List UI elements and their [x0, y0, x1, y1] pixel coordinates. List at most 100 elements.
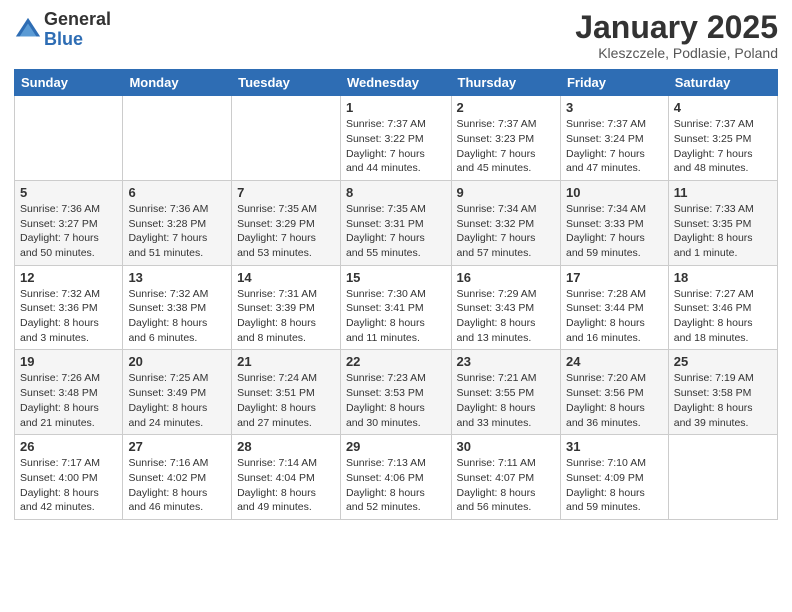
day-info: Sunrise: 7:37 AM Sunset: 3:25 PM Dayligh… [674, 117, 772, 176]
day-number: 24 [566, 354, 663, 369]
day-info: Sunrise: 7:30 AM Sunset: 3:41 PM Dayligh… [346, 287, 446, 346]
calendar-cell: 11 Sunrise: 7:33 AM Sunset: 3:35 PM Dayli… [668, 180, 777, 265]
location-subtitle: Kleszczele, Podlasie, Poland [575, 45, 778, 61]
calendar-cell: 13 Sunrise: 7:32 AM Sunset: 3:38 PM Dayli… [123, 265, 232, 350]
header-wednesday: Wednesday [340, 70, 451, 96]
header-sunday: Sunday [15, 70, 123, 96]
calendar-cell: 2 Sunrise: 7:37 AM Sunset: 3:23 PM Daylig… [451, 96, 560, 181]
calendar-cell [232, 96, 341, 181]
day-number: 5 [20, 185, 117, 200]
day-info: Sunrise: 7:36 AM Sunset: 3:28 PM Dayligh… [128, 202, 226, 261]
day-info: Sunrise: 7:19 AM Sunset: 3:58 PM Dayligh… [674, 371, 772, 430]
weekday-row: Sunday Monday Tuesday Wednesday Thursday… [15, 70, 778, 96]
calendar-cell: 4 Sunrise: 7:37 AM Sunset: 3:25 PM Daylig… [668, 96, 777, 181]
calendar-cell: 12 Sunrise: 7:32 AM Sunset: 3:36 PM Dayli… [15, 265, 123, 350]
day-number: 9 [457, 185, 555, 200]
day-info: Sunrise: 7:35 AM Sunset: 3:29 PM Dayligh… [237, 202, 335, 261]
logo-icon [14, 16, 42, 44]
day-info: Sunrise: 7:20 AM Sunset: 3:56 PM Dayligh… [566, 371, 663, 430]
day-info: Sunrise: 7:32 AM Sunset: 3:36 PM Dayligh… [20, 287, 117, 346]
calendar-cell [668, 435, 777, 520]
calendar-cell: 23 Sunrise: 7:21 AM Sunset: 3:55 PM Dayli… [451, 350, 560, 435]
header: General Blue January 2025 Kleszczele, Po… [14, 10, 778, 61]
calendar-cell: 10 Sunrise: 7:34 AM Sunset: 3:33 PM Dayli… [560, 180, 668, 265]
header-thursday: Thursday [451, 70, 560, 96]
day-number: 2 [457, 100, 555, 115]
day-info: Sunrise: 7:34 AM Sunset: 3:33 PM Dayligh… [566, 202, 663, 261]
day-info: Sunrise: 7:26 AM Sunset: 3:48 PM Dayligh… [20, 371, 117, 430]
day-number: 1 [346, 100, 446, 115]
day-info: Sunrise: 7:24 AM Sunset: 3:51 PM Dayligh… [237, 371, 335, 430]
calendar-cell: 14Sunrise: 7:31 AM Sunset: 3:39 PM Dayli… [232, 265, 341, 350]
calendar-table: Sunday Monday Tuesday Wednesday Thursday… [14, 69, 778, 520]
day-info: Sunrise: 7:17 AM Sunset: 4:00 PM Dayligh… [20, 456, 117, 515]
day-info: Sunrise: 7:13 AM Sunset: 4:06 PM Dayligh… [346, 456, 446, 515]
day-info: Sunrise: 7:25 AM Sunset: 3:49 PM Dayligh… [128, 371, 226, 430]
day-info: Sunrise: 7:28 AM Sunset: 3:44 PM Dayligh… [566, 287, 663, 346]
calendar-cell: 22 Sunrise: 7:23 AM Sunset: 3:53 PM Dayli… [340, 350, 451, 435]
calendar-body: 1 Sunrise: 7:37 AM Sunset: 3:22 PM Daylig… [15, 96, 778, 520]
calendar-cell: 15 Sunrise: 7:30 AM Sunset: 3:41 PM Dayli… [340, 265, 451, 350]
day-number: 4 [674, 100, 772, 115]
header-tuesday: Tuesday [232, 70, 341, 96]
day-number: 23 [457, 354, 555, 369]
calendar-cell: 30Sunrise: 7:11 AM Sunset: 4:07 PM Dayli… [451, 435, 560, 520]
day-info: Sunrise: 7:37 AM Sunset: 3:22 PM Dayligh… [346, 117, 446, 176]
day-info: Sunrise: 7:33 AM Sunset: 3:35 PM Dayligh… [674, 202, 772, 261]
day-number: 31 [566, 439, 663, 454]
calendar-cell: 25Sunrise: 7:19 AM Sunset: 3:58 PM Dayli… [668, 350, 777, 435]
day-info: Sunrise: 7:14 AM Sunset: 4:04 PM Dayligh… [237, 456, 335, 515]
day-number: 26 [20, 439, 117, 454]
day-info: Sunrise: 7:29 AM Sunset: 3:43 PM Dayligh… [457, 287, 555, 346]
calendar-cell: 27Sunrise: 7:16 AM Sunset: 4:02 PM Dayli… [123, 435, 232, 520]
calendar-week-5: 26 Sunrise: 7:17 AM Sunset: 4:00 PM Dayli… [15, 435, 778, 520]
calendar-cell: 6 Sunrise: 7:36 AM Sunset: 3:28 PM Daylig… [123, 180, 232, 265]
logo-text: General Blue [44, 10, 111, 50]
calendar-header: Sunday Monday Tuesday Wednesday Thursday… [15, 70, 778, 96]
calendar-cell: 3Sunrise: 7:37 AM Sunset: 3:24 PM Daylig… [560, 96, 668, 181]
day-number: 12 [20, 270, 117, 285]
day-info: Sunrise: 7:23 AM Sunset: 3:53 PM Dayligh… [346, 371, 446, 430]
day-info: Sunrise: 7:36 AM Sunset: 3:27 PM Dayligh… [20, 202, 117, 261]
calendar-cell: 16Sunrise: 7:29 AM Sunset: 3:43 PM Dayli… [451, 265, 560, 350]
day-info: Sunrise: 7:31 AM Sunset: 3:39 PM Dayligh… [237, 287, 335, 346]
header-friday: Friday [560, 70, 668, 96]
day-number: 10 [566, 185, 663, 200]
calendar-cell: 26 Sunrise: 7:17 AM Sunset: 4:00 PM Dayli… [15, 435, 123, 520]
calendar-cell: 24 Sunrise: 7:20 AM Sunset: 3:56 PM Dayli… [560, 350, 668, 435]
day-number: 20 [128, 354, 226, 369]
day-info: Sunrise: 7:37 AM Sunset: 3:23 PM Dayligh… [457, 117, 555, 176]
day-number: 17 [566, 270, 663, 285]
day-info: Sunrise: 7:10 AM Sunset: 4:09 PM Dayligh… [566, 456, 663, 515]
calendar-week-1: 1 Sunrise: 7:37 AM Sunset: 3:22 PM Daylig… [15, 96, 778, 181]
calendar-cell [15, 96, 123, 181]
logo-blue-text: Blue [44, 30, 111, 50]
day-number: 11 [674, 185, 772, 200]
day-number: 27 [128, 439, 226, 454]
day-number: 28 [237, 439, 335, 454]
calendar-cell: 29 Sunrise: 7:13 AM Sunset: 4:06 PM Dayli… [340, 435, 451, 520]
calendar-cell: 5 Sunrise: 7:36 AM Sunset: 3:27 PM Daylig… [15, 180, 123, 265]
day-number: 7 [237, 185, 335, 200]
day-number: 15 [346, 270, 446, 285]
day-number: 6 [128, 185, 226, 200]
day-number: 29 [346, 439, 446, 454]
header-monday: Monday [123, 70, 232, 96]
day-info: Sunrise: 7:34 AM Sunset: 3:32 PM Dayligh… [457, 202, 555, 261]
day-number: 30 [457, 439, 555, 454]
calendar-cell: 17 Sunrise: 7:28 AM Sunset: 3:44 PM Dayli… [560, 265, 668, 350]
calendar-week-2: 5 Sunrise: 7:36 AM Sunset: 3:27 PM Daylig… [15, 180, 778, 265]
day-info: Sunrise: 7:32 AM Sunset: 3:38 PM Dayligh… [128, 287, 226, 346]
calendar-cell: 20 Sunrise: 7:25 AM Sunset: 3:49 PM Dayli… [123, 350, 232, 435]
day-info: Sunrise: 7:21 AM Sunset: 3:55 PM Dayligh… [457, 371, 555, 430]
calendar-week-3: 12 Sunrise: 7:32 AM Sunset: 3:36 PM Dayli… [15, 265, 778, 350]
day-number: 22 [346, 354, 446, 369]
calendar-cell: 7 Sunrise: 7:35 AM Sunset: 3:29 PM Daylig… [232, 180, 341, 265]
day-number: 19 [20, 354, 117, 369]
day-number: 13 [128, 270, 226, 285]
logo-general-text: General [44, 10, 111, 30]
day-number: 21 [237, 354, 335, 369]
month-title: January 2025 [575, 10, 778, 45]
day-info: Sunrise: 7:37 AM Sunset: 3:24 PM Dayligh… [566, 117, 663, 176]
calendar-cell [123, 96, 232, 181]
